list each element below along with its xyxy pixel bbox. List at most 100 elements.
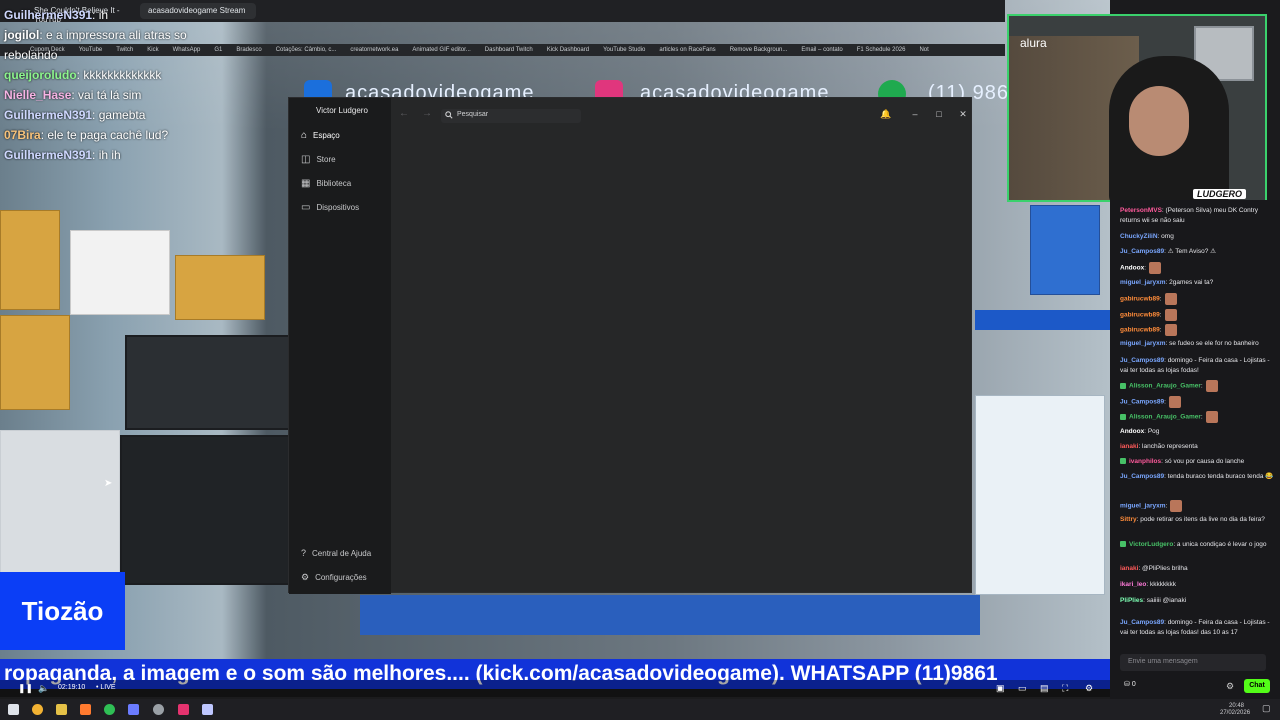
cast-icon[interactable]: ▤ [1040, 683, 1049, 694]
chat-input[interactable]: Envie uma mensagem [1120, 654, 1266, 671]
chat-message-row: PetersonMVS: (Peterson Silva) meu DK Con… [1120, 206, 1275, 226]
chat-username: jogilol [4, 28, 40, 42]
chat-send-button[interactable]: Chat [1244, 679, 1270, 693]
emote-icon [1170, 500, 1183, 512]
chat-username[interactable]: Andoox [1120, 265, 1144, 272]
bookmark-item[interactable]: articles on RaceFans [659, 47, 715, 53]
chat-text: : [1159, 326, 1162, 334]
chat-text: : kkkkkkkk [1146, 581, 1177, 588]
emote-icon [1164, 324, 1177, 336]
fullscreen-icon[interactable]: ⛶ [1062, 683, 1068, 694]
chat-username[interactable]: Andoox [1120, 428, 1144, 435]
badge-icon [1120, 413, 1126, 420]
theater-icon[interactable]: ▭ [1018, 683, 1027, 694]
bookmark-item[interactable]: Dashboard Twitch [485, 47, 533, 53]
chat-username[interactable]: Sittry [1120, 516, 1137, 523]
lower-third: Tiozão [0, 572, 125, 650]
box-stack [175, 255, 265, 320]
chat-username[interactable]: ivanphilos [1129, 458, 1161, 465]
nav-item-bottom[interactable]: ⚙ Configurações [301, 572, 367, 583]
chat-username[interactable]: VictorLudgero [1129, 541, 1173, 548]
chat-username[interactable]: Ju_Campos89 [1120, 473, 1164, 480]
search-input[interactable]: Pesquisar [441, 109, 581, 123]
minimize-button[interactable]: – [908, 107, 922, 121]
bookmark-item[interactable]: Not [919, 47, 928, 53]
app-icon[interactable] [80, 704, 91, 715]
chat-message-row: VictorLudgero: a unica condiçao é levar … [1120, 540, 1275, 550]
folder-icon[interactable] [56, 704, 67, 715]
chat-username[interactable]: PetersonMVS [1120, 207, 1162, 214]
nav-item-espaço[interactable]: ⌂ Espaço [301, 130, 340, 141]
whatsapp-icon[interactable] [104, 704, 115, 715]
chat-username[interactable]: Alisson_Araujo_Gamer [1129, 414, 1201, 421]
nav-item-dispositivos[interactable]: ▭ Dispositivos [301, 202, 359, 213]
chat-message-row: Alisson_Araujo_Gamer: [1120, 380, 1275, 392]
points-value: 0 [1131, 681, 1136, 688]
app-icon[interactable] [128, 704, 139, 715]
chat-username: 07Bira [4, 128, 41, 142]
printer-machine [125, 335, 290, 430]
chat-username[interactable]: miguel_jaryxm [1120, 279, 1166, 286]
pip-icon[interactable]: ▣ [996, 683, 1005, 694]
chat-message-row: Ju_Campos89: [1120, 396, 1275, 408]
bookmark-item[interactable]: F1 Schedule 2026 [857, 47, 906, 53]
nav-item-bottom[interactable]: ? Central de Ajuda [301, 548, 371, 558]
overlay-chat-line: GuilhermeN391: ih [0, 5, 280, 25]
chat-username[interactable]: Alisson_Araujo_Gamer [1129, 383, 1201, 390]
box-stack [0, 315, 70, 410]
close-button[interactable]: ✕ [956, 107, 970, 121]
windows-start-icon[interactable] [8, 704, 19, 715]
obs-icon[interactable] [153, 704, 164, 715]
chat-username[interactable]: Ju_Campos89 [1120, 399, 1164, 406]
bookmark-item[interactable]: Remove Backgroun... [730, 47, 788, 53]
chat-text: : pode retirar os itens da live no dia d… [1136, 516, 1265, 523]
user-name: Victor Ludgero [316, 106, 368, 115]
help-icon: ? [301, 548, 307, 558]
chat-message-row: PliPlies: saiiiii @ianaki [1120, 596, 1275, 606]
chat-message-row: Ju_Campos89: tenda buraco tenda buraco t… [1120, 472, 1275, 482]
chrome-icon[interactable] [32, 704, 43, 715]
ludgero-logo: LUDGERO [1193, 189, 1246, 199]
chat-username[interactable]: PliPlies [1120, 597, 1143, 604]
nav-item-store[interactable]: ◫ Store [301, 154, 336, 165]
chat-username[interactable]: gabirucwb89 [1120, 296, 1160, 303]
chat-username[interactable]: ianaki [1120, 443, 1138, 450]
chat-username[interactable]: Ju_Campos89 [1120, 619, 1164, 626]
emote-icon [1164, 309, 1177, 321]
chat-text: : [1200, 382, 1203, 390]
chat-username[interactable]: ikari_leo [1120, 581, 1146, 588]
back-arrow-icon[interactable]: ← [399, 108, 409, 119]
pause-icon[interactable]: ❚❚ [18, 683, 33, 694]
bookmark-item[interactable]: YouTube Studio [603, 47, 645, 53]
bookmark-item[interactable]: Email – contato [801, 47, 842, 53]
overlay-chat-line: rebolando [0, 45, 280, 65]
chat-username[interactable]: ChuckyZiliN [1120, 233, 1158, 240]
bookmark-item[interactable]: Animated GIF editor... [412, 47, 470, 53]
chat-username[interactable]: gabirucwb89 [1120, 312, 1160, 319]
chat-message-row: miguel_jaryxm: [1120, 500, 1275, 512]
chat-text: : [1164, 398, 1166, 406]
chat-username[interactable]: Ju_Campos89 [1120, 248, 1164, 255]
overlay-chat-line: GuilhermeN391: ih ih [0, 145, 280, 165]
forward-arrow-icon[interactable]: → [422, 108, 432, 119]
chat-username[interactable]: miguel_jaryxm [1120, 503, 1166, 510]
chat-text: : 2games vai ta? [1165, 279, 1214, 286]
settings-gear-icon[interactable]: ⚙ [1085, 683, 1093, 694]
chat-username[interactable]: miguel_jaryxm [1120, 340, 1166, 347]
volume-icon[interactable]: 🔈 [38, 683, 49, 694]
notification-icon[interactable]: ▢ [1262, 703, 1271, 714]
bookmark-item[interactable]: Cotações: Câmbio, c... [276, 47, 337, 53]
chat-text: : omg [1157, 233, 1174, 240]
gear-icon[interactable]: ⚙ [1226, 681, 1234, 692]
chat-username[interactable]: ianaki [1120, 565, 1138, 572]
app-icon[interactable] [178, 704, 189, 715]
bell-icon[interactable]: 🔔 [879, 107, 893, 121]
nav-item-biblioteca[interactable]: ▦ Biblioteca [301, 178, 351, 189]
bookmark-item[interactable]: Kick Dashboard [547, 47, 589, 53]
chat-username[interactable]: Ju_Campos89 [1120, 357, 1164, 364]
chat-username[interactable]: gabirucwb89 [1120, 327, 1160, 334]
bookmark-item[interactable]: creatornetwork.ea [350, 47, 398, 53]
maximize-button[interactable]: □ [932, 107, 946, 121]
app-icon-active[interactable] [202, 704, 213, 715]
chat-text: : @PliPlies brilha [1138, 565, 1188, 572]
